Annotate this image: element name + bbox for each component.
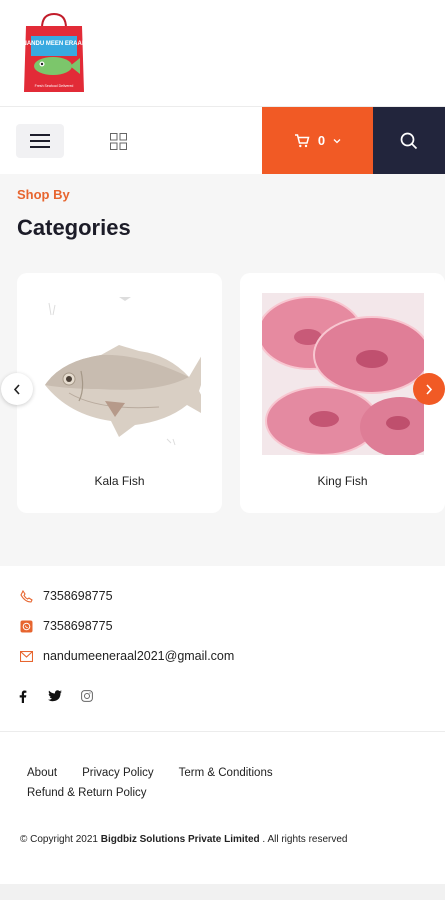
hamburger-menu-button[interactable] xyxy=(16,124,64,158)
category-name: Kala Fish xyxy=(94,474,145,488)
copyright-prefix: © Copyright 2021 xyxy=(20,834,101,845)
site-header: NANDU MEEN ERAAL Fresh Seafood Delivered xyxy=(0,0,445,107)
whatsapp-row[interactable]: 7358698775 xyxy=(20,619,113,633)
instagram-icon[interactable] xyxy=(80,689,94,703)
whatsapp-number: 7358698775 xyxy=(43,619,113,633)
chevron-left-icon xyxy=(13,383,20,395)
contact-section: 7358698775 7358698775 nandumeeneraal2021… xyxy=(0,566,445,732)
king-fish-image xyxy=(262,293,424,455)
copyright-text: © Copyright 2021 Bigdbiz Solutions Priva… xyxy=(20,834,347,845)
search-button[interactable] xyxy=(373,107,445,174)
section-title: Categories xyxy=(17,215,131,240)
phone-row[interactable]: 7358698775 xyxy=(20,589,113,603)
carousel-prev-button[interactable] xyxy=(1,373,33,405)
company-link[interactable]: Bigdbiz Solutions Private Limited xyxy=(101,834,260,845)
search-icon xyxy=(400,132,418,149)
category-card[interactable]: Kala Fish xyxy=(17,273,222,513)
whatsapp-icon xyxy=(20,620,33,632)
logo-tagline: Fresh Seafood Delivered xyxy=(35,84,74,88)
cart-button[interactable]: 0 xyxy=(262,107,373,174)
kala-fish-image xyxy=(39,293,201,455)
hamburger-icon xyxy=(30,134,50,148)
footer-link-refund[interactable]: Refund & Return Policy xyxy=(27,787,147,799)
email-address: nandumeeneraal2021@gmail.com xyxy=(43,649,235,663)
brand-logo[interactable]: NANDU MEEN ERAAL Fresh Seafood Delivered xyxy=(22,12,86,94)
carousel-next-button[interactable] xyxy=(413,373,445,405)
email-row[interactable]: nandumeeneraal2021@gmail.com xyxy=(20,649,234,663)
section-eyebrow: Shop By xyxy=(17,187,70,202)
copyright-suffix: . All rights reserved xyxy=(259,834,348,845)
grid-icon xyxy=(109,132,127,150)
footer-link-privacy[interactable]: Privacy Policy xyxy=(82,767,154,779)
social-links xyxy=(16,689,94,703)
grid-view-button[interactable] xyxy=(106,129,130,153)
chevron-down-icon xyxy=(333,138,341,143)
phone-number: 7358698775 xyxy=(43,589,113,603)
chevron-right-icon xyxy=(426,383,433,395)
phone-icon xyxy=(20,589,33,603)
nav-bar: 0 xyxy=(0,107,445,174)
footer-link-terms[interactable]: Term & Conditions xyxy=(179,767,273,779)
footer-link-about[interactable]: About xyxy=(27,767,57,779)
footer-links: About Privacy Policy Term & Conditions R… xyxy=(27,767,357,799)
site-footer: About Privacy Policy Term & Conditions R… xyxy=(0,732,445,884)
bottom-bar xyxy=(0,884,445,900)
category-name: King Fish xyxy=(317,474,368,488)
cart-icon xyxy=(294,133,310,147)
logo-text: NANDU MEEN ERAAL xyxy=(23,41,86,47)
twitter-icon[interactable] xyxy=(48,689,62,703)
cart-count: 0 xyxy=(317,133,326,148)
categories-section: Shop By Categories Kala Fish King Fish xyxy=(0,174,445,566)
facebook-icon[interactable] xyxy=(16,689,30,703)
mail-icon xyxy=(20,650,33,662)
